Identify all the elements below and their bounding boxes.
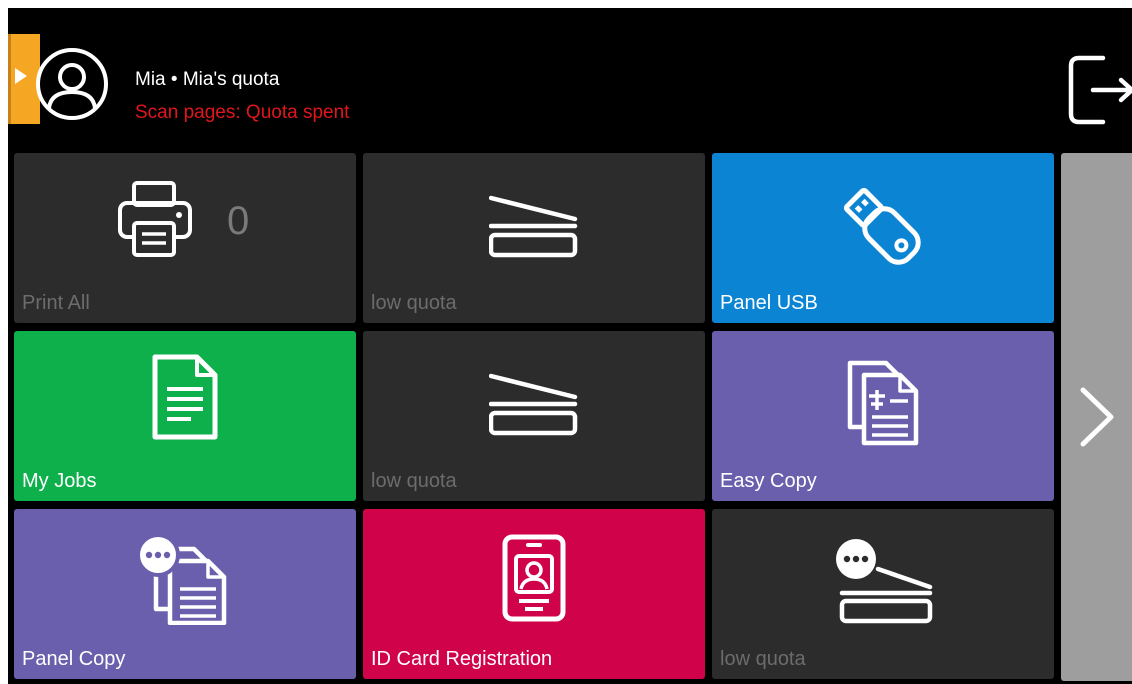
chevron-right-icon [15, 68, 27, 84]
user-avatar-icon[interactable] [34, 46, 110, 122]
tile-scan-3[interactable]: low quota [712, 509, 1054, 679]
next-page-button[interactable] [1061, 153, 1132, 681]
tile-my-jobs[interactable]: My Jobs [14, 331, 356, 501]
logout-icon[interactable] [1063, 50, 1132, 130]
tile-panel-usb[interactable]: Panel USB [712, 153, 1054, 323]
printer-icon [118, 181, 192, 257]
print-job-count: 0 [227, 199, 250, 243]
tile-scan-1[interactable]: low quota [363, 153, 705, 323]
tile-label: ID Card Registration [371, 648, 553, 670]
scanner-options-icon [836, 539, 933, 624]
tile-easy-copy[interactable]: Easy Copy [712, 331, 1054, 501]
tile-scan-2[interactable]: low quota [363, 331, 705, 501]
terminal-screen: Mia • Mia's quota Scan pages: Quota spen… [8, 8, 1132, 684]
tile-print-all[interactable]: 0 Print All [14, 153, 356, 323]
tile-label: Panel USB [720, 292, 818, 314]
copy-icon [847, 360, 919, 446]
tile-id-card-registration[interactable]: ID Card Registration [363, 509, 705, 679]
quota-status: Scan pages: Quota spent [135, 102, 350, 123]
document-icon [152, 354, 218, 440]
copy-options-icon [136, 533, 227, 625]
scanner-icon [489, 373, 578, 436]
tile-label: My Jobs [22, 470, 97, 492]
tile-label: Easy Copy [720, 470, 817, 492]
tile-label: low quota [371, 292, 457, 314]
chevron-right-icon [1080, 387, 1114, 447]
tile-label: low quota [720, 648, 806, 670]
tile-label: Panel Copy [22, 648, 126, 670]
user-name: Mia • Mia's quota [135, 69, 280, 90]
tile-label: low quota [371, 470, 457, 492]
id-card-icon [502, 534, 566, 622]
header-bar: Mia • Mia's quota Scan pages: Quota spen… [8, 8, 1132, 148]
tile-panel-copy[interactable]: Panel Copy [14, 509, 356, 679]
scanner-icon [489, 195, 578, 258]
usb-drive-icon [843, 187, 921, 265]
tile-label: Print All [22, 292, 90, 314]
